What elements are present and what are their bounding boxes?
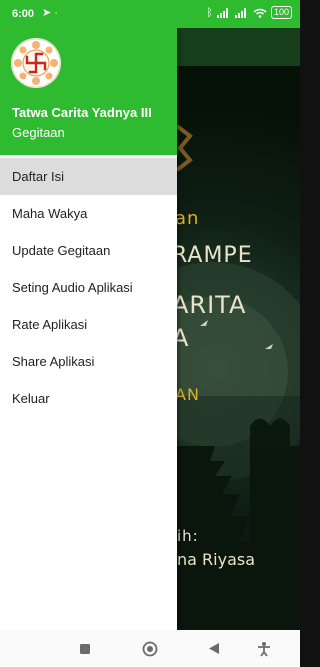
recents-square-icon[interactable] — [65, 630, 105, 667]
menu-item-rate-aplikasi[interactable]: Rate Aplikasi — [0, 306, 177, 343]
wifi-icon — [253, 8, 267, 18]
background-author: na Riyasa — [177, 550, 256, 569]
status-icons: ᛒ 100 — [206, 6, 292, 19]
signal-icon-2 — [234, 7, 246, 18]
drawer-app-subtitle: Gegitaan — [12, 125, 65, 140]
system-nav-bar — [0, 630, 300, 667]
drawer-menu: Daftar Isi Maha Wakya Update Gegitaan Se… — [0, 158, 177, 417]
menu-item-keluar[interactable]: Keluar — [0, 380, 177, 417]
swastika-logo-icon — [11, 38, 61, 88]
background-by-label: ih: — [177, 527, 199, 545]
menu-item-seting-audio[interactable]: Seting Audio Aplikasi — [0, 269, 177, 306]
battery-icon: 100 — [270, 6, 292, 19]
signal-icon — [216, 7, 228, 18]
bluetooth-icon: ᛒ — [206, 6, 213, 19]
status-time: 6:00 — [12, 8, 35, 20]
back-triangle-icon[interactable] — [194, 630, 234, 667]
menu-item-maha-wakya[interactable]: Maha Wakya — [0, 195, 177, 232]
accessibility-icon[interactable] — [244, 630, 284, 667]
background-title-line-2: ARITA — [172, 291, 247, 319]
status-bar: 6:00 ➤ · ᛒ 100 — [0, 0, 300, 28]
background-title-line-1: RAMPE — [172, 243, 253, 268]
menu-item-daftar-isi[interactable]: Daftar Isi — [0, 158, 177, 195]
navigation-drawer: Tatwa Carita Yadnya III Gegitaan Daftar … — [0, 0, 177, 630]
telegram-icon: ➤ · — [42, 7, 58, 19]
background-subtitle: an — [175, 208, 200, 229]
background-title-line-4: AN — [175, 385, 200, 404]
home-circle-icon[interactable] — [130, 630, 170, 667]
drawer-app-title: Tatwa Carita Yadnya III — [12, 105, 152, 120]
menu-item-update-gegitaan[interactable]: Update Gegitaan — [0, 232, 177, 269]
menu-item-share-aplikasi[interactable]: Share Aplikasi — [0, 343, 177, 380]
